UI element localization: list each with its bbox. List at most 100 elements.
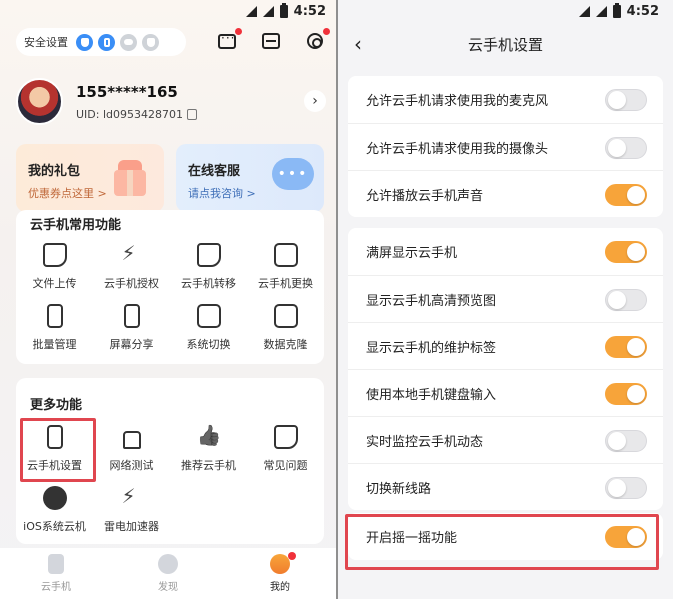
- status-time: 4:52: [626, 3, 659, 19]
- back-button[interactable]: ‹: [354, 32, 362, 56]
- switch-icon: [196, 304, 221, 328]
- func-label: 雷电加速器: [104, 520, 159, 533]
- tab-cloud-phone[interactable]: 云手机: [0, 548, 112, 599]
- func-label: 屏幕分享: [109, 338, 154, 351]
- func-accelerator[interactable]: 雷电加速器: [93, 483, 170, 544]
- setting-toggle[interactable]: [605, 430, 647, 452]
- security-settings-button[interactable]: 安全设置: [16, 28, 186, 56]
- setting-toggle[interactable]: [605, 137, 647, 159]
- func-label: 云手机授权: [104, 277, 159, 290]
- func-label: 系统切换: [186, 338, 231, 351]
- setting-label: 切换新线路: [366, 481, 432, 497]
- tab-label: 发现: [158, 582, 178, 593]
- scan-icon: [262, 33, 280, 49]
- setting-toggle[interactable]: [605, 241, 647, 263]
- wifi-icon: [245, 5, 257, 17]
- settings-group-permissions: 允许云手机请求使用我的麦克风 允许云手机请求使用我的摄像头允许播放云手机声音: [348, 76, 663, 217]
- setting-label: 满屏显示云手机: [366, 246, 458, 261]
- tab-discover[interactable]: 发现: [112, 548, 224, 599]
- share-icon: [123, 304, 140, 328]
- faq-icon: [273, 425, 298, 449]
- func-label: 文件上传: [32, 277, 77, 290]
- message-button[interactable]: [216, 28, 242, 52]
- func-replace[interactable]: 云手机更换: [247, 240, 324, 301]
- func-label: 云手机更换: [258, 277, 313, 290]
- toggle-knob: [627, 385, 645, 403]
- func-authorize[interactable]: 云手机授权: [93, 240, 170, 301]
- func-system-switch[interactable]: 系统切换: [170, 301, 247, 362]
- setting-label: 允许云手机请求使用我的麦克风: [366, 94, 549, 109]
- battery-icon: [612, 2, 621, 18]
- toggle-knob: [608, 479, 626, 497]
- toggle-knob: [627, 243, 645, 261]
- setting-toggle[interactable]: [605, 336, 647, 358]
- setting-toggle[interactable]: [605, 289, 647, 311]
- status-bar: 4:52: [245, 0, 336, 22]
- setting-toggle[interactable]: [605, 89, 647, 111]
- service-card[interactable]: 在线客服 请点我咨询 > •••: [176, 144, 324, 212]
- copy-icon[interactable]: [187, 109, 197, 120]
- tab-mine[interactable]: 我的: [224, 548, 336, 599]
- authorize-icon: [120, 241, 144, 267]
- avatar[interactable]: [16, 78, 63, 125]
- profile-arrow-button[interactable]: ›: [304, 90, 326, 112]
- settings-button[interactable]: [304, 28, 330, 52]
- func-file-upload[interactable]: 文件上传: [16, 240, 93, 301]
- setting-label: 使用本地手机键盘输入: [366, 387, 497, 403]
- setting-row: 显示云手机高清预览图: [348, 275, 663, 322]
- tab-label: 云手机: [41, 582, 71, 593]
- setting-toggle[interactable]: [605, 477, 647, 499]
- func-label: 推荐云手机: [181, 459, 236, 472]
- profile-phone: 155*****165: [76, 83, 178, 101]
- title-bar: ‹ 云手机设置: [338, 22, 673, 66]
- setting-label: 实时监控云手机动态: [366, 434, 484, 450]
- setting-toggle[interactable]: [605, 383, 647, 405]
- func-recommend[interactable]: 推荐云手机: [170, 422, 247, 483]
- func-transfer[interactable]: 云手机转移: [170, 240, 247, 301]
- gift-icon: [108, 156, 152, 198]
- thumbs-up-icon: [197, 425, 221, 449]
- phone-bind-icon: [98, 33, 115, 51]
- toggle-knob: [608, 291, 626, 309]
- common-functions-title: 云手机常用功能: [30, 218, 122, 233]
- toggle-knob: [608, 432, 626, 450]
- mine-tab-badge: [288, 552, 296, 560]
- setting-row: 允许云手机请求使用我的麦克风: [348, 76, 663, 123]
- replace-icon: [273, 243, 298, 267]
- ios-icon: [42, 486, 67, 510]
- profile-uid: UID: ld0953428701: [76, 108, 197, 121]
- highlight-box-settings: [20, 418, 96, 482]
- profile-header[interactable]: 155*****165 UID: ld0953428701 ›: [16, 78, 326, 128]
- my-page: 4:52 安全设置 155*****165 UID: ld0953428701 …: [0, 0, 336, 599]
- setting-row: 允许播放云手机声音: [348, 170, 663, 217]
- func-faq[interactable]: 常见问题: [247, 422, 324, 483]
- func-screen-share[interactable]: 屏幕分享: [93, 301, 170, 362]
- func-batch-manage[interactable]: 批量管理: [16, 301, 93, 362]
- highlight-box-shake: [345, 514, 659, 570]
- setting-row: 满屏显示云手机: [348, 228, 663, 275]
- setting-toggle[interactable]: [605, 184, 647, 206]
- func-label: 常见问题: [263, 459, 308, 472]
- common-functions-panel: 云手机常用功能 文件上传 云手机授权 云手机转移 云手机更换 批量管理 屏幕分享…: [16, 210, 324, 364]
- setting-label: 允许云手机请求使用我的摄像头: [366, 141, 549, 157]
- status-time: 4:52: [293, 3, 326, 19]
- func-ios-cloud[interactable]: iOS系统云机: [16, 483, 93, 544]
- func-data-clone[interactable]: 数据克隆: [247, 301, 324, 362]
- func-label: iOS系统云机: [23, 520, 86, 533]
- func-label: 云手机转移: [181, 277, 236, 290]
- battery-icon: [279, 2, 288, 18]
- status-bar: 4:52: [578, 0, 669, 22]
- gift-card[interactable]: 我的礼包 优惠券点这里 >: [16, 144, 164, 212]
- uid-text: UID: ld0953428701: [76, 108, 183, 121]
- bottom-tab-bar: 云手机 发现 我的: [0, 548, 336, 599]
- wifi-icon: [578, 5, 590, 17]
- cloud-phone-tab-icon: [48, 554, 64, 574]
- batch-icon: [46, 304, 63, 328]
- upload-icon: [42, 243, 67, 267]
- network-icon: [120, 425, 144, 449]
- transfer-icon: [196, 243, 221, 267]
- signal-icon: [262, 5, 274, 17]
- scan-button[interactable]: [260, 30, 282, 52]
- tab-label: 我的: [270, 582, 290, 593]
- func-network-test[interactable]: 网络测试: [93, 422, 170, 483]
